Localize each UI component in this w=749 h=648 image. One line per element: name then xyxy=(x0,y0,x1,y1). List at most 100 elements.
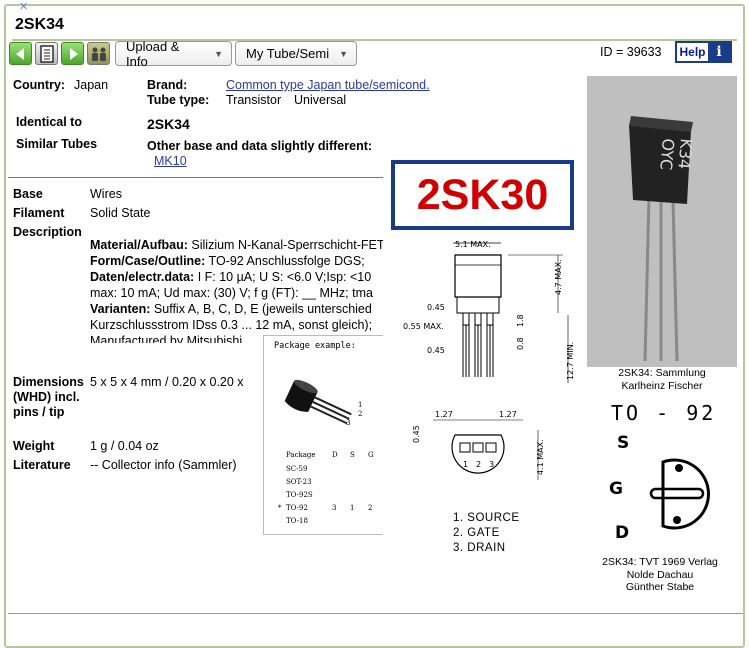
pin-drain: 3. DRAIN xyxy=(453,542,506,554)
to92-caption: 2SK34: TVT 1969 Verlag Nolde Dachau Günt… xyxy=(585,556,735,594)
filament-value: Solid State xyxy=(90,206,151,220)
datasheet-title: 2SK30 xyxy=(391,160,574,230)
chevron-down-icon: ▼ xyxy=(214,48,223,59)
package-cell-g xyxy=(368,491,382,504)
header-s: S xyxy=(350,451,355,459)
package-cell-g xyxy=(368,478,382,491)
description-line-key: Daten/electr.data: xyxy=(90,270,195,284)
package-table-row: SOT-23 xyxy=(278,478,388,491)
package-cell-mark xyxy=(278,478,286,491)
package-cell-g xyxy=(368,517,382,530)
next-button[interactable] xyxy=(61,42,84,65)
tubetype-value: Transistor xyxy=(226,93,282,107)
description-line: Form/Case/Outline: TO-92 Anschlussfolge … xyxy=(90,253,388,269)
to92-caption-line1: 2SK34: TVT 1969 Verlag xyxy=(602,556,718,568)
package-cell-s xyxy=(350,465,368,478)
help-button[interactable]: Help i xyxy=(675,41,732,63)
description-line: Material/Aufbau: Silizium N-Kanal-Sperrs… xyxy=(90,237,388,253)
document-icon xyxy=(39,44,54,63)
package-example-title: Package example: xyxy=(274,341,356,351)
help-label: Help xyxy=(679,45,706,59)
to92-caption-line3: Günther Stabe xyxy=(625,581,695,593)
dim-label: 0.45 xyxy=(427,303,445,312)
pin-label: 2 xyxy=(358,410,362,418)
package-cell-s: 1 xyxy=(350,504,355,512)
transistor-photo[interactable]: K34 OYC xyxy=(587,76,737,367)
package-cell-d xyxy=(332,491,350,504)
package-table-row: SC-59 xyxy=(278,465,388,478)
bottom-divider xyxy=(8,613,743,614)
description-line-text: TO-92 Anschlussfolge DGS; xyxy=(205,254,365,268)
description-line: Daten/electr.data: I F: 10 µA; U S: <6.0… xyxy=(90,269,388,285)
dim-label: 1.27 xyxy=(499,410,517,419)
arrow-right-icon xyxy=(69,47,78,60)
header-d: D xyxy=(332,451,338,459)
people-button[interactable] xyxy=(87,42,110,65)
to92-title: TO - 92 xyxy=(611,401,716,425)
package-cell-mark: * xyxy=(278,504,282,512)
package-cell-name: SOT-23 xyxy=(286,478,312,486)
dim-label: 1.8 xyxy=(516,314,525,327)
arrow-left-icon xyxy=(15,47,24,60)
package-cell-name: SC-59 xyxy=(286,465,308,473)
package-cell-d xyxy=(332,465,350,478)
package-cell-mark xyxy=(278,517,286,530)
photo-caption-line2: Karlheinz Fischer xyxy=(621,379,703,392)
description-line: Varianten: Suffix A, B, C, D, E (jeweils… xyxy=(90,301,388,317)
brand-link[interactable]: Common type Japan tube/semicond. xyxy=(226,78,430,92)
header-package: Package xyxy=(286,451,316,459)
package-cell-name: TO-92 xyxy=(286,504,308,512)
dim-label: 0.45 xyxy=(412,425,421,443)
people-icon xyxy=(91,47,106,61)
dim-label: 12.7 MIN. xyxy=(566,342,575,380)
package-cell-d xyxy=(332,517,350,530)
dim-label: 4.7 MAX. xyxy=(554,259,563,295)
dim-label: 0.45 xyxy=(427,346,445,355)
pin-label: 3 xyxy=(346,419,350,427)
package-cell-mark xyxy=(278,465,286,478)
pin-number: 2 xyxy=(476,460,481,469)
transistor-photo-drawing: K34 OYC xyxy=(587,76,737,367)
base-label: Base xyxy=(13,187,43,201)
package-table-row: TO-92S xyxy=(278,491,388,504)
similar-link-mk10[interactable]: MK10 xyxy=(154,154,187,168)
package-cell-s xyxy=(350,491,368,504)
package-table-row: TO-18 xyxy=(278,517,388,530)
my-tube-dropdown[interactable]: My Tube/Semi ▼ xyxy=(235,41,357,66)
info-icon: i xyxy=(708,43,730,61)
weight-value: 1 g / 0.04 oz xyxy=(90,439,159,453)
pin-number: 3 xyxy=(489,460,494,469)
pin-source: 1. SOURCE xyxy=(453,512,520,524)
pin-s: S xyxy=(617,433,629,453)
package-cell-mark xyxy=(278,491,286,504)
country-value: Japan xyxy=(74,78,109,92)
my-tube-label: My Tube/Semi xyxy=(246,46,330,61)
dim-label: 0.8 xyxy=(516,337,525,350)
tubetype-label: Tube type: xyxy=(147,93,210,107)
to92-pinout-image[interactable]: TO - 92 S G D xyxy=(597,396,737,552)
literature-value: -- Collector info (Sammler) xyxy=(90,458,237,472)
similar-text: Other base and data slightly different: xyxy=(147,139,373,153)
photo-caption-line1: 2SK34: Sammlung xyxy=(618,367,706,379)
header-g: G xyxy=(368,451,374,459)
package-cell-name: TO-92S xyxy=(286,491,313,499)
description-label: Description xyxy=(13,225,82,239)
description-text: Material/Aufbau: Silizium N-Kanal-Sperrs… xyxy=(90,237,388,343)
package-cell-name: TO-18 xyxy=(286,517,308,525)
pin-label: 1 xyxy=(358,401,362,409)
datasheet-image: 2SK30 5.1 MAX. 4.7 MAX. 0.45 0.55 MAX. 1… xyxy=(383,140,593,557)
document-button[interactable] xyxy=(35,42,58,65)
description-line-key: Varianten: xyxy=(90,302,151,316)
package-cell-g xyxy=(368,465,382,478)
package-table-header: Package D S G xyxy=(278,451,388,465)
previous-button[interactable] xyxy=(9,42,32,65)
dimension-drawing: 5.1 MAX. 4.7 MAX. 0.45 0.55 MAX. 1.8 0.8… xyxy=(403,240,575,480)
tubetype-value-2: Universal xyxy=(294,93,347,107)
identical-value: 2SK34 xyxy=(147,116,190,132)
package-cell-d: 3 xyxy=(332,504,337,512)
close-icon[interactable]: ✕ xyxy=(19,0,28,13)
description-line-key: Material/Aufbau: xyxy=(90,238,188,252)
upload-info-dropdown[interactable]: Upload & Info ▼ xyxy=(115,39,232,69)
description-line-text: Suffix A, B, C, D, E (jeweils unterschie… xyxy=(150,302,372,316)
dim-label: 5.1 MAX. xyxy=(455,240,491,249)
